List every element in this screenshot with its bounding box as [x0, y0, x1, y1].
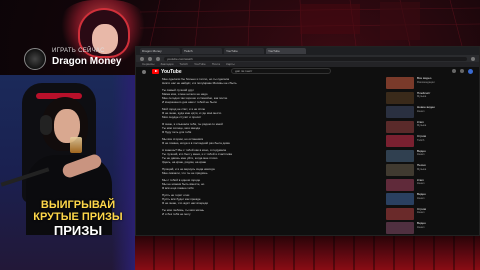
video-thumbnail[interactable] [386, 135, 414, 147]
promo-title: Dragon Money [52, 56, 122, 67]
video-meta: Новое видео Канал [417, 106, 478, 119]
video-channel: Музыка [417, 124, 427, 127]
video-thumbnail[interactable] [386, 207, 414, 220]
browser-window: Dragon Money Twitch YouTube YouTube yout… [135, 46, 480, 236]
video-meta: Все видео Рекомендации [417, 77, 478, 90]
youtube-play-icon [152, 69, 159, 74]
promo-line-1: ВЫИГРЫВАЙ [40, 199, 116, 211]
promo-subtitle: ИГРАТЬ СЕЙЧАС [52, 48, 105, 54]
video-meta: Клип Музыка [417, 121, 478, 134]
video-item[interactable]: Видео Канал [386, 149, 478, 163]
youtube-logo-text: YouTube [161, 68, 182, 75]
browser-tab[interactable]: Twitch [182, 48, 222, 54]
video-thumbnail[interactable] [386, 222, 414, 234]
video-thumbnail[interactable] [386, 193, 414, 205]
reload-icon[interactable] [156, 56, 160, 61]
video-channel: Канал [417, 196, 425, 200]
youtube-header-icons [452, 69, 473, 74]
video-meta: Песня Музыка [417, 164, 478, 177]
video-item[interactable]: Стрим Twitch [386, 135, 478, 148]
glass-icon [70, 137, 82, 153]
video-item[interactable]: Стрим Канал [386, 207, 478, 221]
video-item[interactable]: Клип Музыка [386, 120, 478, 134]
video-item[interactable]: Песня Музыка [386, 164, 478, 177]
video-meta: Видео Канал [417, 222, 478, 235]
video-thumbnail[interactable] [386, 106, 414, 118]
tab-bar: Dragon Money Twitch YouTube YouTube [136, 47, 479, 55]
video-meta: Видео Канал [417, 150, 478, 163]
video-meta: Плейлист Музыка [417, 92, 478, 105]
video-channel: Канал [417, 211, 425, 214]
youtube-search-input[interactable]: дип ли текст [231, 68, 331, 74]
video-thumbnail[interactable] [386, 91, 414, 104]
bookmark[interactable]: Почта [212, 62, 220, 67]
dragon-logo-icon [24, 48, 46, 70]
avatar[interactable] [468, 69, 473, 74]
red-floor [135, 236, 480, 270]
browser-tab[interactable]: Dragon Money [140, 48, 180, 54]
video-channel: Канал [417, 225, 425, 229]
video-item[interactable]: Видео Канал [386, 193, 478, 206]
url-field[interactable]: youtube.com/watch [164, 56, 467, 61]
side-glow [112, 75, 135, 270]
video-channel: Музыка [417, 95, 427, 98]
video-channel: Канал [417, 109, 425, 113]
video-item[interactable]: Все видео Рекомендации [386, 77, 478, 90]
back-icon[interactable] [140, 56, 144, 61]
video-meta: Видео Канал [417, 193, 478, 206]
video-item[interactable]: Плейлист Музыка [386, 91, 478, 105]
lyrics-text: Мне сделали бы больно и тепло, но ты сде… [162, 77, 382, 235]
forward-icon[interactable] [148, 56, 152, 61]
promo-line-3: ПРИЗЫ [53, 223, 103, 238]
promo-prizes: ВЫИГРЫВАЙ КРУТЫЕ ПРИЗЫ ПРИЗЫ [28, 199, 128, 239]
bookmark[interactable]: YouTube [194, 62, 206, 67]
address-bar: youtube.com/watch [136, 55, 479, 62]
headphones-icon [40, 115, 52, 135]
video-channel: Канал [417, 182, 425, 185]
video-thumbnail[interactable] [386, 164, 414, 176]
lyric-line: И я без тебя не могу [162, 212, 191, 216]
video-channel: Канал [417, 153, 425, 156]
browser-tab-active[interactable]: YouTube [266, 48, 306, 54]
video-meta: Стрим Twitch [417, 135, 478, 148]
video-item[interactable]: Новое видео Канал [386, 106, 478, 119]
video-meta: Стрим Канал [417, 208, 478, 221]
promo-line-2: КРУТЫЕ ПРИЗЫ [33, 211, 123, 223]
recommended-videos: Все видео Рекомендации Плейлист Музыка Новое… [386, 77, 478, 235]
menu-icon[interactable] [142, 69, 146, 74]
stream-scene: ИГРАТЬ СЕЙЧАС Dragon Money ВЫИГРЫВАЙ КРУ… [0, 0, 480, 270]
bookmark[interactable]: Twitch [179, 62, 188, 67]
bell-icon[interactable] [460, 69, 464, 73]
video-channel: Рекомендации [417, 80, 435, 84]
promo-overlay: ИГРАТЬ СЕЙЧАС Dragon Money [18, 46, 148, 74]
video-item[interactable]: Видео Канал [386, 222, 478, 235]
video-item[interactable]: Клип Канал [386, 178, 478, 192]
video-thumbnail[interactable] [386, 77, 414, 89]
video-meta: Клип Канал [417, 179, 478, 192]
bookmark[interactable]: Сервисы [142, 62, 154, 67]
video-thumbnail[interactable] [386, 178, 414, 191]
browser-tab[interactable]: YouTube [224, 48, 264, 54]
video-thumbnail[interactable] [386, 120, 414, 133]
top-banner [0, 0, 480, 64]
bookmark[interactable]: Карты [226, 62, 235, 67]
extensions-icon[interactable] [471, 56, 475, 61]
video-channel: Twitch [417, 138, 425, 142]
webcam-feed [0, 75, 135, 270]
upload-icon[interactable] [452, 69, 456, 73]
bookmark[interactable]: Закладки [160, 62, 173, 67]
youtube-logo[interactable]: YouTube [152, 69, 182, 75]
video-thumbnail[interactable] [386, 149, 414, 162]
video-channel: Музыка [417, 167, 427, 171]
